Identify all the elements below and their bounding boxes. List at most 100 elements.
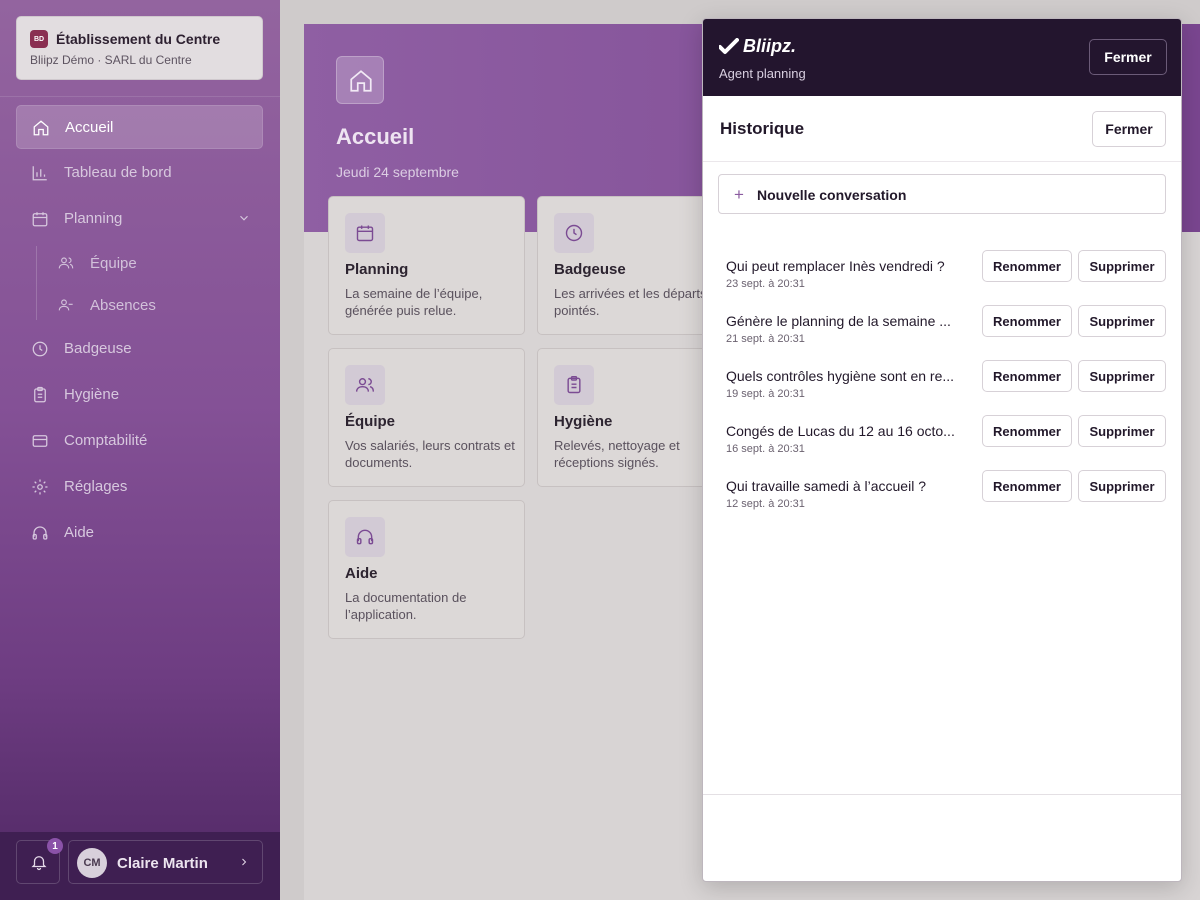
sidebar-item-label: Équipe [90, 255, 137, 272]
users-icon [355, 378, 375, 392]
page-icon [336, 56, 384, 104]
logo-icon [719, 37, 739, 54]
sidebar-item-tableau-de-bord[interactable]: Tableau de bord [16, 151, 263, 195]
plus-icon: + [734, 185, 744, 204]
delete-button[interactable]: Supprimer [1078, 470, 1166, 502]
conversation-date: 21 sept. à 20:31 [726, 333, 805, 345]
bell-icon [31, 856, 47, 871]
organization-name: Établissement du Centre [56, 31, 221, 47]
organization-badge: BD [30, 30, 48, 48]
rename-button[interactable]: Renommer [982, 470, 1072, 502]
headphones-icon [32, 526, 48, 540]
conversation-item[interactable]: Congés de Lucas du 12 au 16 octo... 16 s… [726, 415, 1170, 463]
agent-panel: Bliipz. Agent planning Fermer Historique… [702, 18, 1182, 882]
sidebar-item-reglages[interactable]: Réglages [16, 465, 263, 509]
home-icon [33, 120, 49, 136]
clock-icon [565, 224, 583, 242]
chevron-right-icon [242, 858, 247, 866]
submenu-line [36, 246, 37, 320]
card-icon [345, 213, 385, 253]
organization-subtitle: Bliipz Démo · SARL du Centre [30, 53, 192, 67]
sidebar-item-absences[interactable]: Absences [56, 288, 256, 324]
card-title: Badgeuse [554, 261, 626, 278]
conversation-item[interactable]: Qui peut remplacer Inès vendredi ? 23 se… [726, 250, 1170, 298]
chevron-down-icon[interactable] [237, 211, 251, 225]
delete-button[interactable]: Supprimer [1078, 360, 1166, 392]
calendar-icon [356, 225, 374, 242]
sidebar-item-label: Accueil [65, 119, 114, 136]
delete-button[interactable]: Supprimer [1078, 415, 1166, 447]
card-description: Relevés, nettoyage et réceptions signés. [554, 438, 680, 470]
new-conversation-button[interactable]: + Nouvelle conversation [718, 174, 1166, 214]
sidebar-item-equipe[interactable]: Équipe [56, 246, 256, 282]
calendar-icon [32, 212, 48, 227]
sidebar-item-label: Planning [64, 210, 123, 227]
sidebar-item-aide[interactable]: Aide [16, 511, 263, 555]
rename-button[interactable]: Renommer [982, 360, 1072, 392]
card-planning[interactable]: Planning La semaine de l’équipe, générée… [328, 196, 525, 335]
gear-icon [32, 479, 48, 495]
close-panel-button[interactable]: Fermer [1089, 39, 1167, 75]
sidebar-item-label: Réglages [64, 478, 128, 495]
notifications-button[interactable]: 1 [16, 838, 63, 884]
sidebar-item-planning[interactable]: Planning [16, 197, 263, 241]
rename-button[interactable]: Renommer [982, 415, 1072, 447]
clock-icon [32, 341, 48, 357]
agent-panel-header: Bliipz. Agent planning Fermer [703, 19, 1181, 96]
history-header: Historique Fermer [703, 96, 1181, 162]
credit-card-icon [32, 435, 48, 447]
page-date: Jeudi 24 septembre [336, 164, 459, 180]
delete-button[interactable]: Supprimer [1078, 250, 1166, 282]
conversation-date: 19 sept. à 20:31 [726, 388, 805, 400]
conversation-title: Quels contrôles hygiène sont en re... [726, 368, 955, 384]
sidebar-item-comptabilite[interactable]: Comptabilité [16, 419, 263, 463]
conversation-title: Qui travaille samedi à l’accueil ? [726, 478, 926, 494]
sidebar-item-badgeuse[interactable]: Badgeuse [16, 327, 263, 371]
rename-button[interactable]: Renommer [982, 305, 1072, 337]
conversation-item[interactable]: Génère le planning de la semaine ... 21 … [726, 305, 1170, 353]
conversation-title: Congés de Lucas du 12 au 16 octo... [726, 423, 955, 439]
conversation-title: Génère le planning de la semaine ... [726, 313, 951, 329]
user-menu-button[interactable]: CM Claire Martin [68, 840, 263, 884]
sidebar-footer: 1 CM Claire Martin [0, 832, 280, 900]
page-title: Accueil [336, 124, 415, 149]
card-icon [345, 365, 385, 405]
card-title: Hygiène [554, 413, 613, 430]
sidebar-item-hygiene[interactable]: Hygiène [16, 373, 263, 417]
history-title: Historique [720, 119, 805, 138]
conversation-title: Qui peut remplacer Inès vendredi ? [726, 258, 945, 274]
clipboard-icon [567, 375, 581, 394]
bar-chart-icon [32, 166, 47, 181]
card-title: Équipe [345, 413, 396, 430]
close-history-button[interactable]: Fermer [1092, 111, 1166, 147]
user-name: Claire Martin [117, 855, 208, 872]
card-title: Aide [345, 565, 378, 582]
organization-switcher[interactable]: BD Établissement du Centre Bliipz Démo ·… [16, 16, 263, 80]
card-description: La semaine de l’équipe, générée puis rel… [345, 286, 483, 318]
sidebar: BD Établissement du Centre Bliipz Démo ·… [0, 0, 280, 900]
sidebar-divider [0, 96, 280, 97]
new-conversation-label: Nouvelle conversation [757, 187, 907, 203]
clipboard-icon [34, 386, 46, 403]
sidebar-item-label: Badgeuse [64, 340, 132, 357]
sidebar-item-accueil[interactable]: Accueil [16, 105, 263, 149]
card-title: Planning [345, 261, 409, 278]
card-equipe[interactable]: Équipe Vos salariés, leurs contrats et d… [328, 348, 525, 487]
card-aide[interactable]: Aide La documentation de l’application. [328, 500, 525, 639]
delete-button[interactable]: Supprimer [1078, 305, 1166, 337]
conversation-item[interactable]: Qui travaille samedi à l’accueil ? 12 se… [726, 470, 1170, 518]
home-icon [350, 70, 372, 92]
history-section: Historique Fermer + Nouvelle conversatio… [703, 96, 1181, 795]
brand-logo: Bliipz. [719, 36, 796, 57]
card-description: Vos salariés, leurs contrats et document… [345, 438, 515, 470]
sidebar-item-label: Absences [90, 297, 156, 314]
card-icon [554, 365, 594, 405]
conversation-date: 16 sept. à 20:31 [726, 443, 805, 455]
conversation-item[interactable]: Quels contrôles hygiène sont en re... 19… [726, 360, 1170, 408]
rename-button[interactable]: Renommer [982, 250, 1072, 282]
sidebar-item-label: Tableau de bord [64, 164, 172, 181]
card-description: Les arrivées et les départs pointés. [554, 286, 707, 318]
card-description: La documentation de l’application. [345, 590, 467, 622]
user-minus-icon [58, 299, 73, 311]
agent-subtitle: Agent planning [719, 66, 806, 81]
